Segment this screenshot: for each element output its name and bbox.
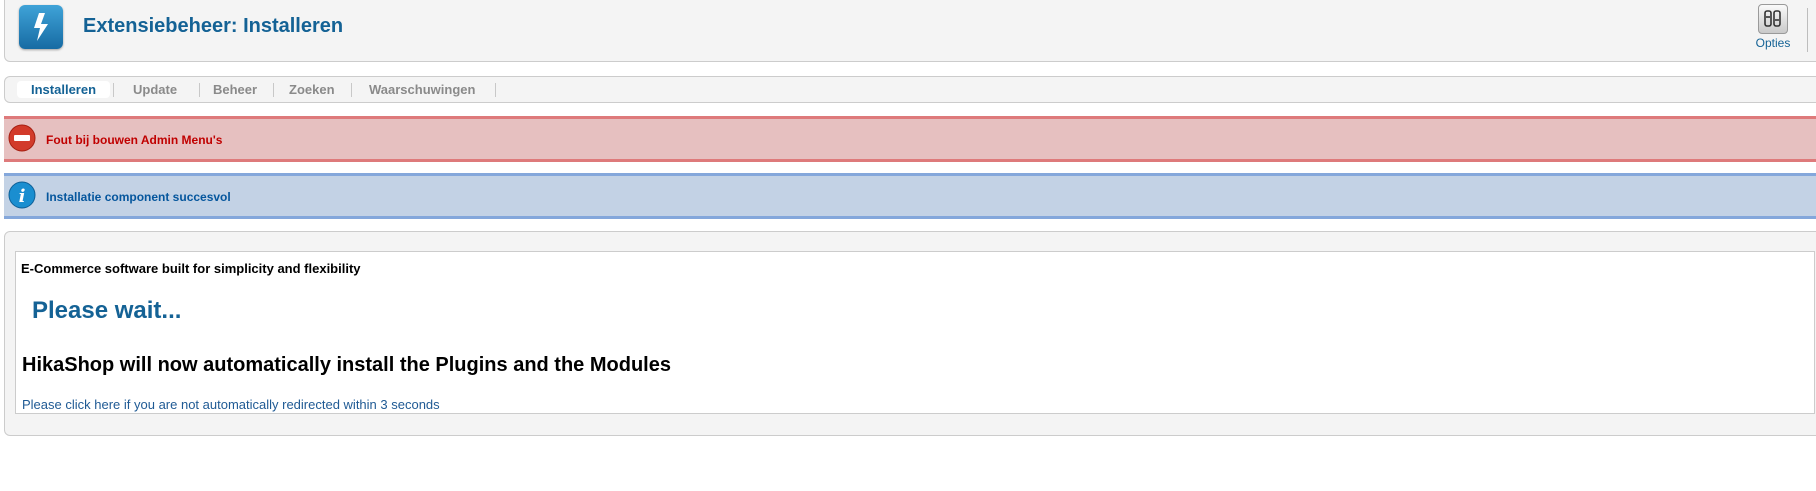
submenu-tabs: Installeren Update Beheer Zoeken Waarsch… [4,76,1816,103]
page-title: Extensiebeheer: Installeren [83,15,344,37]
please-wait-heading: Please wait... [32,297,182,324]
info-message: i Installatie component succesvol [4,173,1816,219]
options-toggle-icon [1758,4,1788,34]
tab-zoeken[interactable]: Zoeken [275,81,349,98]
tab-separator [273,83,274,97]
install-message-heading: HikaShop will now automatically install … [22,354,671,376]
tab-waarschuwingen[interactable]: Waarschuwingen [355,81,489,98]
toolbar: Extensiebeheer: Installeren Opties [4,0,1816,62]
info-icon: i [8,181,36,209]
tab-installeren[interactable]: Installeren [17,81,111,98]
tab-separator [113,83,114,97]
redirect-link[interactable]: Please click here if you are not automat… [22,397,440,412]
tab-update[interactable]: Update [119,81,191,98]
error-message: Fout bij bouwen Admin Menu's [4,116,1816,162]
content-panel: E-Commerce software built for simplicity… [4,231,1816,436]
tab-separator [495,83,496,97]
tab-beheer[interactable]: Beheer [199,81,271,98]
tagline: E-Commerce software built for simplicity… [21,261,361,276]
toolbar-divider [1807,8,1808,52]
install-output-box: E-Commerce software built for simplicity… [15,251,1815,414]
options-button[interactable]: Opties [1745,4,1801,56]
error-message-text: Fout bij bouwen Admin Menu's [46,133,223,147]
info-message-text: Installatie component succesvol [46,190,231,204]
options-label: Opties [1755,36,1791,50]
lightning-icon [19,5,63,49]
error-minus-icon [8,124,36,152]
svg-text:i: i [19,186,26,207]
tab-separator [351,83,352,97]
